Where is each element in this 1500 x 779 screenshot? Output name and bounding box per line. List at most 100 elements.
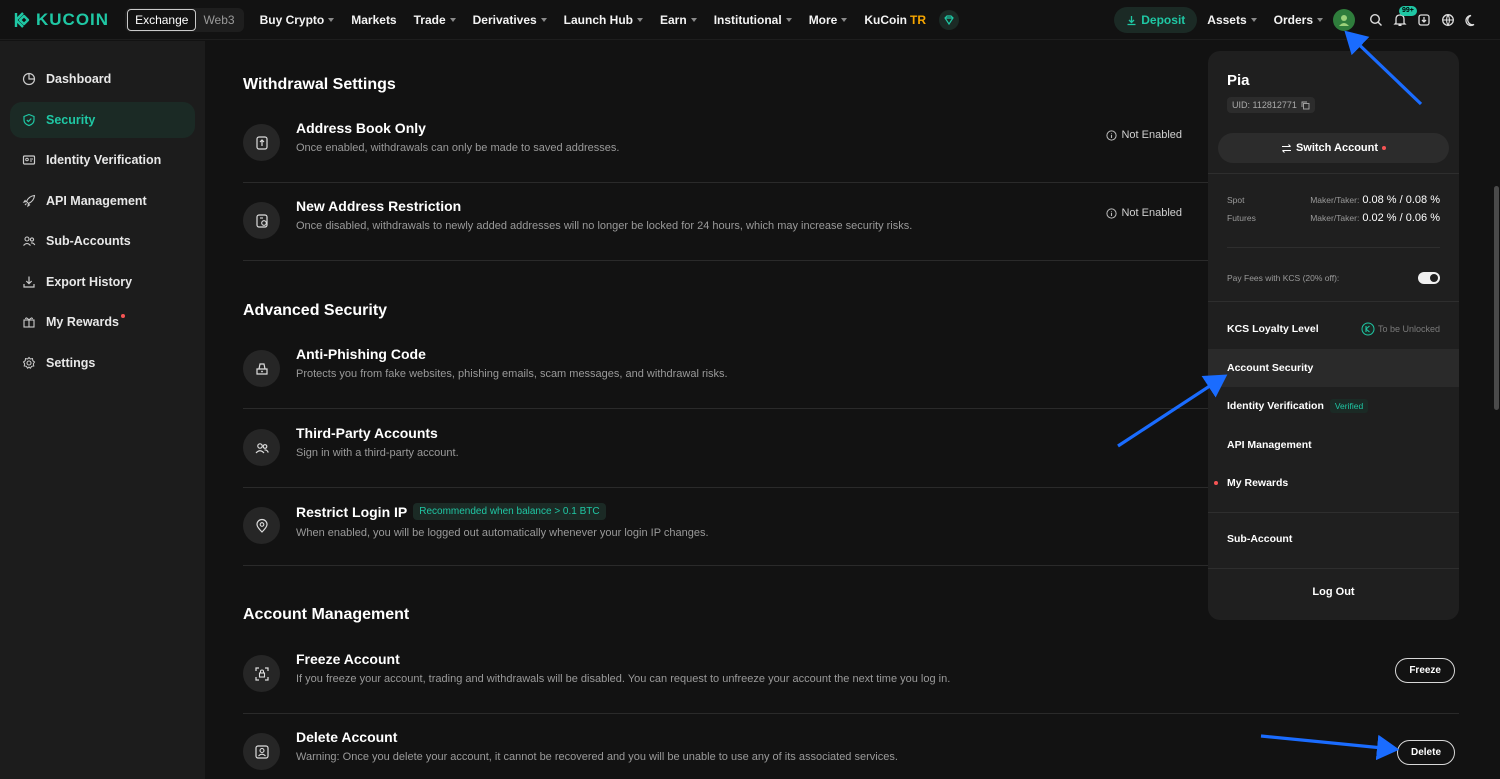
pay-fees-kcs-toggle[interactable] — [1418, 272, 1440, 284]
freeze-icon — [243, 655, 280, 692]
nav-derivatives[interactable]: Derivatives — [473, 13, 547, 27]
rewards-notification-dot — [120, 314, 125, 318]
setting-description: Protects you from fake websites, phishin… — [296, 368, 728, 380]
recommended-tag: Recommended when balance > 0.1 BTC — [413, 503, 606, 520]
shield-icon — [23, 113, 35, 126]
address-lock-icon — [243, 202, 280, 239]
address-book-icon — [243, 124, 280, 161]
freeze-button[interactable]: Freeze — [1395, 658, 1455, 683]
kcs-badge-icon — [1361, 322, 1375, 336]
account-security-item[interactable]: Account Security — [1208, 349, 1459, 387]
switch-account-button[interactable]: Switch Account — [1218, 133, 1449, 163]
spot-fee-row: Spot Maker/Taker: 0.08 % / 0.08 % — [1227, 194, 1440, 206]
divider — [1227, 247, 1440, 248]
setting-description: Sign in with a third-party account. — [296, 447, 459, 459]
setting-title: New Address Restriction — [296, 198, 462, 214]
top-navbar: KUCOIN Exchange Web3 Buy Crypto Markets … — [0, 0, 1500, 40]
divider — [1208, 512, 1459, 513]
verified-badge: Verified — [1329, 399, 1369, 413]
chevron-down-icon — [637, 17, 643, 22]
chevron-down-icon — [1317, 18, 1323, 22]
sidebar-item-security[interactable]: Security — [10, 101, 195, 138]
assets-menu[interactable]: Assets — [1207, 13, 1257, 27]
delete-account-row: Delete Account Warning: Once you delete … — [243, 714, 1459, 779]
orders-menu[interactable]: Orders — [1274, 13, 1323, 27]
anti-phishing-icon — [243, 350, 280, 387]
gift-icon — [23, 317, 35, 328]
my-rewards-item[interactable]: My Rewards — [1208, 464, 1459, 502]
id-card-icon — [22, 155, 36, 165]
setting-title: Anti-Phishing Code — [296, 346, 426, 362]
sidebar-item-identity-verification[interactable]: Identity Verification — [10, 142, 195, 178]
download-app-icon[interactable] — [1417, 13, 1431, 27]
status-not-enabled[interactable]: Not Enabled — [1106, 129, 1182, 141]
chevron-down-icon — [690, 17, 697, 22]
diamond-icon[interactable] — [939, 9, 960, 30]
deposit-button[interactable]: Deposit — [1114, 7, 1198, 33]
sidebar-item-settings[interactable]: Settings — [10, 345, 195, 381]
setting-description: When enabled, you will be logged out aut… — [296, 527, 709, 539]
deposit-icon — [1127, 15, 1136, 25]
right-nav: Deposit Assets Orders 99+ — [1114, 0, 1500, 40]
nav-earn[interactable]: Earn — [660, 13, 697, 27]
users-icon — [243, 429, 280, 466]
kcs-loyalty-level-item[interactable]: KCS Loyalty Level To be Unlocked — [1208, 310, 1459, 348]
search-icon[interactable] — [1369, 13, 1383, 27]
nav-more[interactable]: More — [809, 13, 848, 27]
account-management-title: Account Management — [243, 606, 410, 623]
location-pin-icon — [243, 507, 280, 544]
gear-icon — [22, 356, 36, 369]
sidebar-item-export-history[interactable]: Export History — [10, 264, 195, 300]
divider — [1208, 173, 1459, 174]
loyalty-status: To be Unlocked — [1361, 322, 1440, 336]
chevron-down-icon — [449, 17, 456, 22]
globe-icon[interactable] — [1441, 13, 1455, 27]
pie-chart-icon — [22, 72, 36, 86]
setting-title: Third-Party Accounts — [296, 425, 438, 441]
chevron-down-icon — [841, 17, 848, 22]
divider — [1208, 301, 1459, 302]
sub-account-item[interactable]: Sub-Account — [1208, 520, 1459, 558]
chevron-down-icon — [540, 17, 547, 22]
freeze-account-row: Freeze Account If you freeze your accoun… — [243, 636, 1459, 714]
uid-badge[interactable]: UID: 112812771 — [1227, 97, 1315, 113]
setting-title: Address Book Only — [296, 120, 426, 136]
kucoin-logo-icon — [14, 11, 30, 28]
status-not-enabled[interactable]: Not Enabled — [1106, 207, 1182, 219]
identity-verification-item[interactable]: Identity Verification Verified — [1208, 387, 1459, 425]
withdrawal-settings-title: Withdrawal Settings — [243, 76, 396, 93]
chevron-down-icon — [1250, 18, 1257, 22]
setting-description: Warning: Once you delete your account, i… — [296, 751, 898, 763]
nav-institutional[interactable]: Institutional — [714, 13, 792, 27]
setting-title: Restrict Login IP Recommended when balan… — [296, 503, 606, 520]
nav-kucoin-tr[interactable]: KuCoin TR — [864, 13, 926, 27]
notification-badge: 99+ — [1399, 6, 1417, 16]
nav-launch-hub[interactable]: Launch Hub — [564, 13, 643, 27]
sidebar-item-my-rewards[interactable]: My Rewards — [10, 304, 195, 340]
logo-text: KUCOIN — [36, 9, 110, 29]
setting-title: Freeze Account — [296, 651, 400, 667]
copy-icon[interactable] — [1301, 101, 1310, 110]
theme-moon-icon[interactable] — [1465, 14, 1478, 27]
api-management-item[interactable]: API Management — [1208, 426, 1459, 464]
bell-icon[interactable]: 99+ — [1393, 6, 1417, 27]
chevron-down-icon — [328, 17, 335, 22]
info-icon — [1106, 207, 1118, 219]
web3-tab[interactable]: Web3 — [196, 10, 241, 30]
download-icon — [23, 276, 35, 288]
avatar[interactable] — [1333, 9, 1355, 31]
sidebar-item-sub-accounts[interactable]: Sub-Accounts — [10, 223, 195, 259]
futures-fee-row: Futures Maker/Taker: 0.02 % / 0.06 % — [1227, 212, 1440, 224]
nav-buy-crypto[interactable]: Buy Crypto — [260, 13, 335, 27]
sidebar-item-dashboard[interactable]: Dashboard — [10, 61, 195, 97]
advanced-security-title: Advanced Security — [243, 302, 388, 319]
kucoin-logo[interactable]: KUCOIN — [10, 10, 109, 30]
page-scrollbar[interactable] — [1494, 186, 1499, 410]
nav-trade[interactable]: Trade — [414, 13, 456, 27]
delete-button[interactable]: Delete — [1396, 740, 1455, 765]
exchange-tab[interactable]: Exchange — [127, 8, 197, 31]
divider — [1208, 568, 1459, 569]
sidebar-item-api-management[interactable]: API Management — [10, 183, 195, 219]
log-out-button[interactable]: Log Out — [1208, 586, 1459, 598]
nav-markets[interactable]: Markets — [351, 13, 396, 27]
